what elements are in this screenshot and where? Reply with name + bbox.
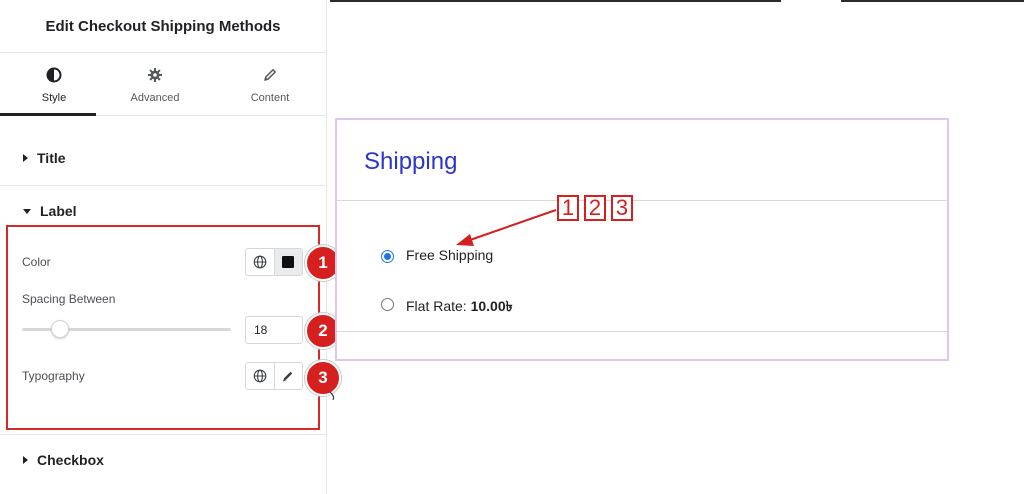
option-price: 10.00৳ xyxy=(470,298,513,314)
panel-title: Edit Checkout Shipping Methods xyxy=(0,0,326,53)
spacing-slider-thumb[interactable] xyxy=(50,320,69,338)
callout-number-2: 2 xyxy=(584,195,606,221)
typography-label: Typography xyxy=(22,369,85,383)
tab-label: Advanced xyxy=(130,92,180,104)
section-label[interactable]: Label xyxy=(0,197,326,225)
tab-content[interactable]: Content xyxy=(216,53,324,115)
option-label: Flat Rate: xyxy=(406,298,471,314)
shipping-preview: Shipping Free Shipping Flat Rate: 10.00৳ xyxy=(335,118,949,361)
typography-control xyxy=(245,362,303,390)
spacing-label: Spacing Between xyxy=(22,292,116,306)
callout-badge-3: 3 xyxy=(305,360,341,396)
color-control xyxy=(245,248,303,276)
spacing-input[interactable] xyxy=(245,316,303,344)
tab-label: Content xyxy=(250,92,290,104)
tab-label: Style xyxy=(41,92,67,104)
edit-typography-button[interactable] xyxy=(273,363,303,389)
caret-right-icon xyxy=(23,154,28,162)
callout-number-1: 1 xyxy=(557,195,579,221)
divider xyxy=(0,185,326,186)
globe-icon xyxy=(253,369,267,383)
caret-right-icon xyxy=(23,456,28,464)
caret-down-icon xyxy=(23,208,31,214)
section-checkbox[interactable]: Checkbox xyxy=(0,446,326,474)
divider xyxy=(0,434,326,435)
free-shipping-radio[interactable] xyxy=(381,250,394,263)
section-title[interactable]: Title xyxy=(0,144,326,172)
flat-rate-radio[interactable] xyxy=(381,298,394,311)
flat-rate-label[interactable]: Flat Rate: 10.00৳ xyxy=(406,295,513,319)
color-picker-button[interactable] xyxy=(273,249,302,275)
shipping-heading: Shipping xyxy=(364,148,458,175)
divider xyxy=(337,331,947,332)
section-label-label: Label xyxy=(40,203,77,219)
global-button[interactable] xyxy=(246,363,274,389)
tab-advanced[interactable]: Advanced xyxy=(101,53,209,115)
top-divider xyxy=(330,0,781,2)
pencil-icon xyxy=(216,67,324,83)
contrast-icon xyxy=(0,67,108,83)
section-checkbox-label: Checkbox xyxy=(37,452,104,468)
section-title-label: Title xyxy=(37,150,66,166)
top-divider xyxy=(841,0,1024,2)
color-swatch xyxy=(282,256,295,268)
free-shipping-label[interactable]: Free Shipping xyxy=(406,247,493,263)
pencil-icon xyxy=(283,371,293,382)
editor-panel: Edit Checkout Shipping Methods Style Adv… xyxy=(0,0,327,494)
gear-icon xyxy=(101,67,209,83)
globe-icon xyxy=(253,255,267,269)
callout-number-3: 3 xyxy=(611,195,633,221)
divider xyxy=(337,200,947,201)
global-button[interactable] xyxy=(246,249,274,275)
tab-style[interactable]: Style xyxy=(0,53,108,116)
option-label: Free Shipping xyxy=(406,247,494,263)
color-label: Color xyxy=(22,255,51,269)
panel-tabs: Style Advanced Content xyxy=(0,53,326,116)
